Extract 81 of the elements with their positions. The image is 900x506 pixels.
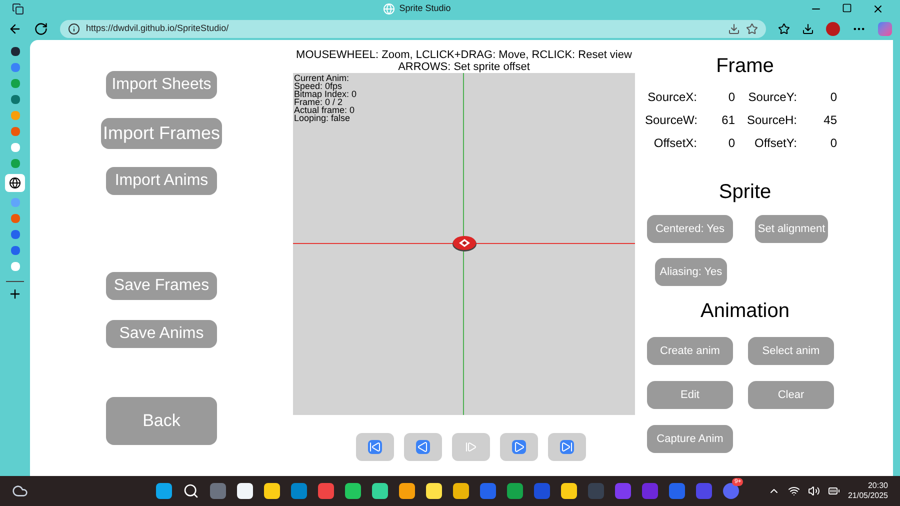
info-text: Current Anim:	[294, 74, 350, 82]
sprite-button[interactable]: Aliasing: Yes	[655, 258, 727, 286]
sidebar-button[interactable]: Import Sheets	[106, 71, 217, 99]
sprite-drawing	[452, 235, 477, 252]
clock-time: 20:30	[868, 481, 888, 491]
reload-icon[interactable]	[34, 22, 48, 36]
back-icon[interactable]	[8, 22, 22, 36]
address-bar[interactable]: https://dwdvil.github.io/SpriteStudio/	[60, 20, 766, 38]
sidebar-button[interactable]: Save Anims	[106, 320, 217, 348]
taskbar-app-icon[interactable]	[372, 483, 388, 499]
weather-icon[interactable]	[12, 483, 28, 499]
field-label: SourceH:	[746, 112, 797, 129]
triangle-left-icon	[416, 440, 430, 454]
section-heading: Frame	[716, 54, 774, 79]
animation-button[interactable]: Edit	[647, 381, 733, 409]
field-value: 0	[829, 135, 837, 152]
url-text: https://dwdvil.github.io/SpriteStudio/	[86, 22, 230, 36]
taskbar-app-icon[interactable]	[156, 483, 172, 499]
field-label: OffsetX:	[652, 135, 697, 152]
info-text: Speed: 0fps	[294, 82, 342, 90]
field-label: SourceW:	[645, 112, 697, 129]
clock-date: 21/05/2025	[848, 491, 888, 501]
close-icon[interactable]	[872, 3, 884, 15]
globe-icon	[9, 177, 21, 189]
sidebar-button[interactable]: Save Frames	[106, 272, 217, 300]
downloads-icon[interactable]	[802, 23, 814, 35]
field-value: 61	[720, 112, 735, 129]
taskbar-app-icon[interactable]	[237, 483, 254, 499]
taskbar-app-icon[interactable]	[561, 483, 578, 499]
star-icon[interactable]	[746, 23, 758, 35]
tabs-icon[interactable]	[12, 3, 24, 15]
search-icon[interactable]	[183, 483, 200, 499]
step-forward-icon	[465, 441, 477, 453]
play-icon	[512, 440, 526, 454]
playback-button[interactable]	[500, 433, 538, 461]
animation-button[interactable]: Select anim	[748, 337, 834, 365]
battery-icon[interactable]	[828, 485, 840, 497]
new-tab-icon[interactable]	[8, 287, 22, 301]
info-text: Looping: false	[294, 114, 352, 122]
field-value: 45	[822, 112, 837, 129]
field-value: 0	[829, 89, 837, 106]
tab-button[interactable]	[5, 174, 25, 192]
skip-back-icon	[368, 440, 382, 454]
taskbar-app-icon[interactable]	[399, 483, 416, 499]
section-heading: Sprite	[718, 180, 772, 205]
skip-forward-icon	[560, 440, 574, 454]
playback-button[interactable]	[548, 433, 586, 461]
sprite-button[interactable]: Set alignment	[755, 215, 828, 243]
profile-avatar[interactable]	[826, 22, 840, 36]
sidebar-button[interactable]: Back	[106, 397, 217, 445]
instruction-text: ARROWS: Set sprite offset	[398, 61, 530, 73]
sidebar-button[interactable]: Import Anims	[106, 167, 217, 195]
globe-icon	[383, 3, 396, 15]
sprite-viewport[interactable]: Current Anim: Speed: 0fps Bitmap Index: 0 Frame: 0 / 2 Actual frame: 0 Looping: false	[293, 73, 635, 415]
taskbar-app-icon[interactable]	[453, 483, 470, 499]
section-heading: Animation	[700, 299, 790, 324]
window-title: Sprite Studio	[399, 2, 451, 16]
favorites-icon[interactable]	[778, 23, 790, 35]
field-label: SourceY:	[747, 89, 797, 106]
info-icon[interactable]	[68, 23, 80, 35]
taskbar-app-icon[interactable]	[426, 483, 442, 499]
info-text: Actual frame: 0	[294, 106, 356, 114]
field-label: SourceX:	[646, 89, 697, 106]
animation-button[interactable]: Capture Anim	[647, 425, 733, 453]
animation-button[interactable]: Clear	[748, 381, 834, 409]
instruction-text: MOUSEWHEEL: Zoom, LCLICK+DRAG: Move, RCLICK: Reset view	[296, 49, 632, 61]
field-label: OffsetY:	[754, 135, 797, 152]
taskbar-app-icon[interactable]	[345, 483, 362, 499]
field-value: 0	[727, 135, 735, 152]
sprite-button[interactable]: Centered: Yes	[647, 215, 733, 243]
animation-button[interactable]: Create anim	[647, 337, 733, 365]
maximize-icon[interactable]	[842, 3, 852, 13]
playback-button[interactable]	[356, 433, 394, 461]
sidebar-button[interactable]: Import Frames	[101, 118, 222, 149]
playback-button[interactable]	[404, 433, 442, 461]
download-icon[interactable]	[728, 23, 740, 35]
info-text: Bitmap Index: 0	[294, 90, 357, 98]
volume-icon[interactable]	[808, 485, 820, 497]
taskbar-app-icon[interactable]	[264, 483, 280, 499]
field-value: 0	[727, 89, 735, 106]
info-text: Frame: 0 / 2	[294, 98, 343, 106]
